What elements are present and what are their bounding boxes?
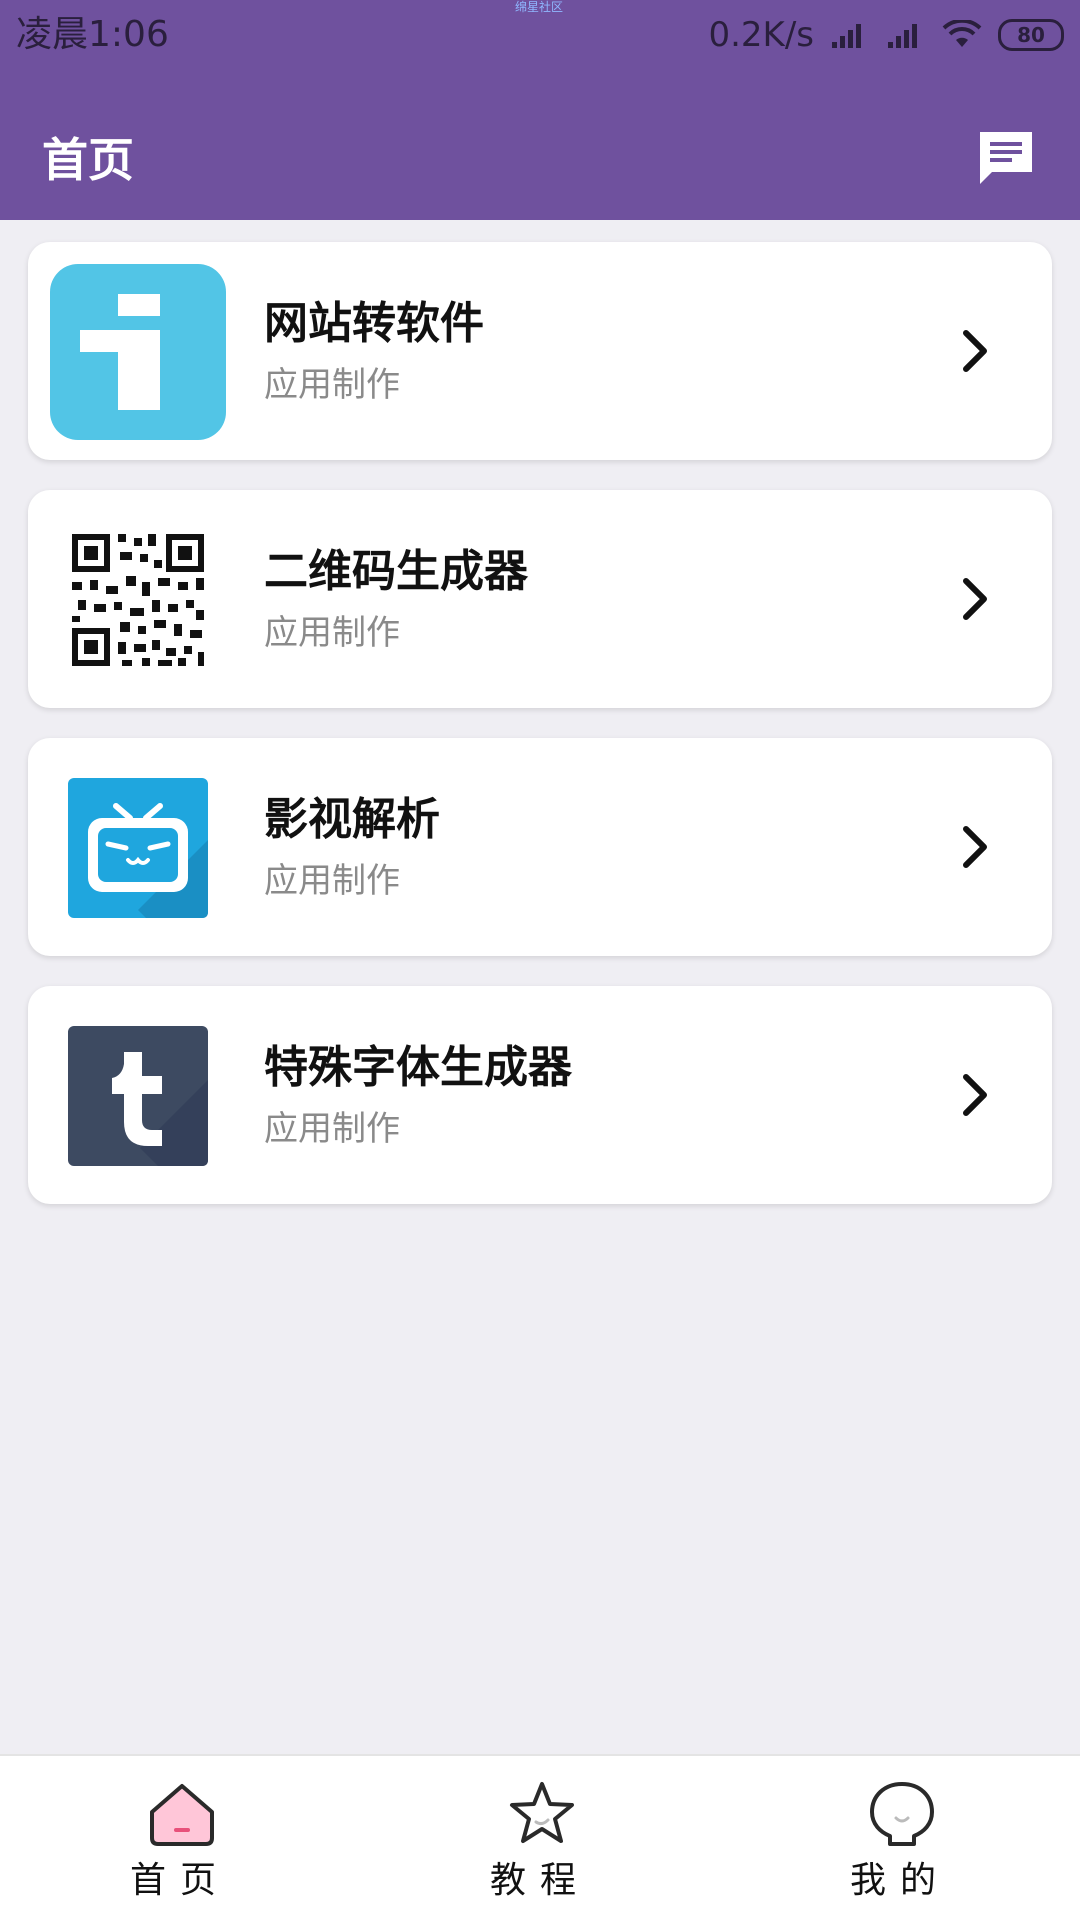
chevron-right-icon: [963, 330, 987, 372]
tab-home[interactable]: 首页: [80, 1756, 280, 1922]
bottom-nav: 首页 教程 我的: [0, 1754, 1080, 1922]
net-speed: 0.2K/s: [708, 15, 814, 55]
message-icon[interactable]: [976, 128, 1036, 188]
tv-icon: [68, 778, 208, 918]
list-item-qr-generator[interactable]: 二维码生成器 应用制作: [28, 490, 1052, 708]
list-item-web-to-app[interactable]: 网站转软件 应用制作: [28, 242, 1052, 460]
chevron-right-icon: [963, 826, 987, 868]
tab-tutorial[interactable]: 教程: [440, 1756, 640, 1922]
home-icon: [150, 1784, 214, 1846]
battery-indicator: 80: [998, 19, 1064, 51]
signal-icon: [832, 24, 861, 48]
list-item-video-parser[interactable]: 影视解析 应用制作: [28, 738, 1052, 956]
watermark: 绵星社区: [515, 0, 564, 14]
item-subtitle: 应用制作: [264, 365, 400, 405]
tab-label: 我的: [849, 1860, 950, 1901]
app-list: 网站转软件 应用制作 二维码生成器 应用制作 影视解析 应用制作 特殊字体生成器…: [28, 242, 1052, 1234]
profile-icon: [870, 1782, 934, 1846]
app-header: 凌晨1:06 绵星社区 0.2K/s 80 首页: [0, 0, 1080, 220]
t-letter-icon: [68, 1026, 208, 1166]
list-item-font-generator[interactable]: 特殊字体生成器 应用制作: [28, 986, 1052, 1204]
item-subtitle: 应用制作: [264, 861, 400, 901]
qr-code-icon: [72, 534, 204, 666]
tab-label: 教程: [489, 1860, 590, 1901]
item-title: 网站转软件: [264, 298, 484, 349]
status-time: 凌晨1:06: [16, 14, 169, 55]
item-subtitle: 应用制作: [264, 1109, 400, 1149]
tab-label: 首页: [129, 1860, 230, 1901]
web-to-app-icon: [50, 264, 226, 440]
status-icons: 0.2K/s 80: [708, 10, 1064, 60]
star-icon: [510, 1782, 574, 1843]
item-title: 二维码生成器: [264, 546, 528, 597]
chevron-right-icon: [963, 578, 987, 620]
chevron-right-icon: [963, 1074, 987, 1116]
tab-mine[interactable]: 我的: [800, 1756, 1000, 1922]
item-title: 特殊字体生成器: [264, 1042, 572, 1093]
item-subtitle: 应用制作: [264, 613, 400, 653]
wifi-icon: [942, 20, 982, 47]
page-title: 首页: [42, 133, 134, 187]
signal-icon: [888, 24, 917, 48]
item-title: 影视解析: [264, 794, 440, 845]
